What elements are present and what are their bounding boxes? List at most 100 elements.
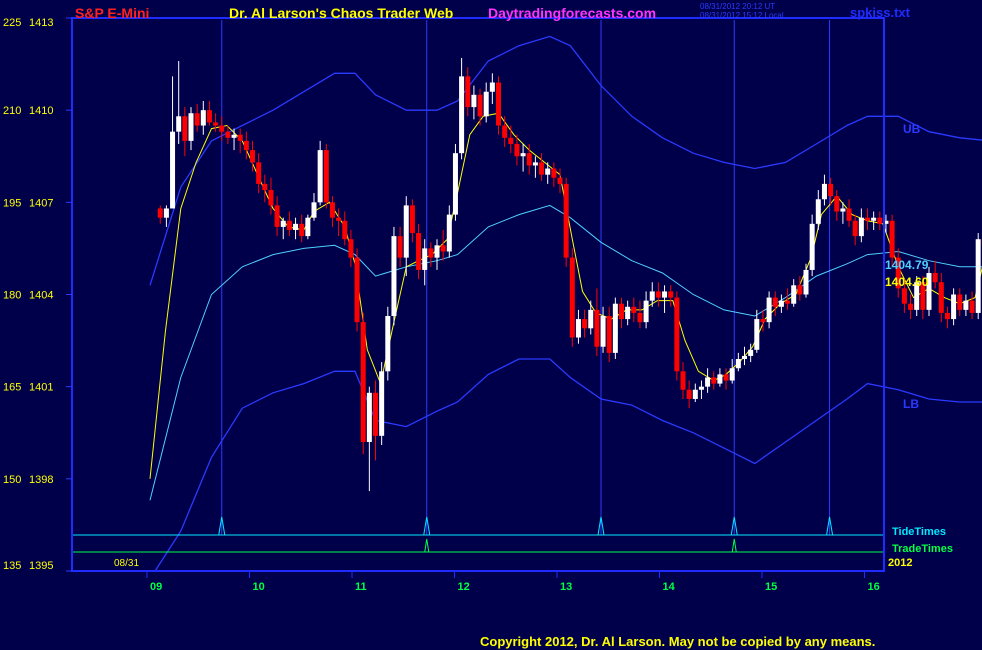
candle-body-33 bbox=[360, 322, 366, 442]
fast-ma-line bbox=[149, 112, 982, 479]
candle-body-56 bbox=[502, 125, 508, 138]
candle-body-102 bbox=[785, 300, 791, 304]
x-label-14: 14 bbox=[663, 581, 676, 593]
x-label-13: 13 bbox=[560, 581, 572, 593]
x-label-16: 16 bbox=[868, 581, 880, 593]
timing-vertical-lines bbox=[221, 20, 831, 535]
candle-body-72 bbox=[600, 316, 606, 347]
x-label-10: 10 bbox=[253, 581, 265, 593]
copyright-notice: Copyright 2012, Dr. Al Larson. May not b… bbox=[480, 634, 876, 649]
candle-body-69 bbox=[582, 319, 588, 329]
site-link[interactable]: Daytradingforecasts.com bbox=[488, 5, 656, 21]
candle-body-55 bbox=[496, 82, 501, 126]
candle-body-80 bbox=[649, 291, 655, 301]
trade-times-label: TradeTimes bbox=[892, 543, 953, 555]
candle-body-84 bbox=[674, 297, 680, 372]
candle-body-50 bbox=[465, 76, 471, 108]
candle-body-129 bbox=[951, 294, 957, 320]
candle-body-111 bbox=[840, 208, 846, 212]
y-label-right-0: 1413 bbox=[29, 17, 53, 29]
candle-body-82 bbox=[662, 291, 668, 298]
candle-body-11 bbox=[225, 131, 231, 138]
timestamp-utc: 08/31/2012 20:12 UT bbox=[700, 2, 776, 11]
y-label-left-0: 225 bbox=[3, 17, 21, 29]
candle-body-48 bbox=[452, 153, 458, 215]
candle-body-79 bbox=[643, 300, 649, 323]
candle-body-7 bbox=[200, 110, 206, 126]
candle-body-27 bbox=[323, 150, 329, 203]
candle-body-4 bbox=[182, 116, 188, 141]
y-label-right-6: 1395 bbox=[29, 560, 53, 572]
y-label-right-1: 1410 bbox=[29, 105, 53, 117]
candle-body-40 bbox=[403, 205, 409, 258]
candle-body-10 bbox=[219, 125, 225, 132]
candle-body-68 bbox=[575, 319, 581, 338]
candle-body-92 bbox=[723, 374, 729, 381]
candle-body-31 bbox=[348, 239, 354, 258]
candle-body-103 bbox=[791, 285, 797, 304]
y-label-left-2: 195 bbox=[3, 197, 21, 209]
candle-body-122 bbox=[908, 303, 914, 310]
candle-body-76 bbox=[625, 306, 631, 320]
moving-average-layer bbox=[149, 112, 982, 501]
candle-body-0 bbox=[157, 208, 163, 218]
candle-body-5 bbox=[188, 113, 194, 141]
candle-body-30 bbox=[342, 220, 348, 240]
candle-body-60 bbox=[526, 153, 532, 166]
candle-body-62 bbox=[539, 162, 545, 175]
candle-body-106 bbox=[809, 223, 815, 270]
y-label-right-5: 1398 bbox=[29, 474, 53, 486]
timing-layer bbox=[73, 516, 884, 553]
candle-body-25 bbox=[311, 202, 317, 218]
candle-body-46 bbox=[440, 245, 446, 252]
candle-body-43 bbox=[422, 248, 428, 270]
candle-body-89 bbox=[705, 377, 711, 387]
candle-body-97 bbox=[754, 319, 760, 350]
candle-body-77 bbox=[631, 306, 637, 313]
candle-body-13 bbox=[237, 134, 243, 141]
candle-body-81 bbox=[655, 291, 661, 298]
candle-body-114 bbox=[858, 217, 864, 237]
candle-body-116 bbox=[871, 217, 877, 221]
y-label-left-3: 180 bbox=[3, 290, 21, 302]
candle-body-51 bbox=[471, 94, 477, 108]
candle-body-18 bbox=[268, 190, 274, 206]
candle-body-61 bbox=[532, 162, 538, 166]
x-label-15: 15 bbox=[765, 581, 777, 593]
trade-spike-0 bbox=[424, 538, 430, 553]
candle-body-110 bbox=[834, 196, 840, 212]
candle-body-121 bbox=[901, 288, 907, 304]
candle-body-37 bbox=[385, 316, 391, 372]
candle-body-15 bbox=[250, 150, 255, 163]
candle-body-49 bbox=[459, 76, 465, 154]
x-label-09: 09 bbox=[150, 581, 162, 593]
candle-body-109 bbox=[828, 183, 834, 197]
candle-body-133 bbox=[975, 239, 981, 313]
candles bbox=[157, 57, 982, 492]
candle-body-64 bbox=[551, 168, 557, 178]
candle-body-98 bbox=[760, 319, 766, 323]
candle-body-91 bbox=[717, 374, 723, 384]
lower-band-line bbox=[154, 358, 982, 572]
upper-band-label: UB bbox=[903, 122, 921, 136]
candle-body-17 bbox=[262, 183, 268, 191]
candle-body-3 bbox=[176, 116, 182, 132]
candle-body-6 bbox=[194, 113, 200, 126]
candle-body-73 bbox=[606, 316, 612, 353]
candle-body-85 bbox=[680, 371, 686, 390]
candle-body-53 bbox=[483, 91, 489, 117]
candle-body-19 bbox=[274, 205, 280, 227]
candle-body-75 bbox=[619, 303, 624, 320]
candle-body-127 bbox=[938, 282, 944, 313]
candle-body-39 bbox=[397, 236, 403, 258]
candle-body-44 bbox=[428, 248, 434, 258]
candle-body-23 bbox=[299, 223, 305, 237]
candle-body-41 bbox=[409, 205, 415, 234]
candle-body-54 bbox=[489, 82, 495, 92]
band-layer bbox=[149, 35, 982, 572]
price-label-1: 1404.60 bbox=[885, 275, 929, 289]
candle-body-67 bbox=[569, 257, 575, 338]
candle-body-94 bbox=[735, 359, 741, 369]
candle-body-21 bbox=[286, 220, 292, 230]
candle-body-128 bbox=[944, 312, 950, 320]
